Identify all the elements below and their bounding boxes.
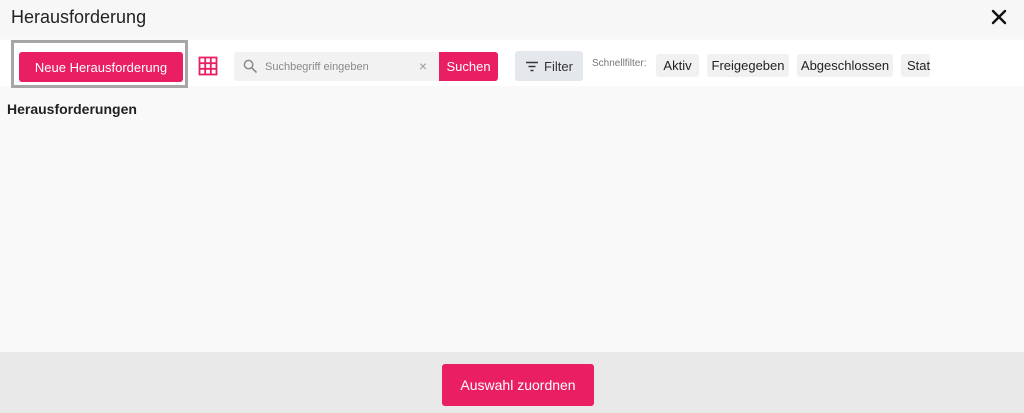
dialog-header <box>0 0 1024 38</box>
quick-filter-completed[interactable]: Abgeschlossen <box>797 54 893 77</box>
dialog-title: Herausforderung <box>11 7 147 27</box>
filter-button[interactable]: Filter <box>515 51 583 81</box>
filter-icon <box>526 61 539 71</box>
quick-filter-active[interactable]: Aktiv <box>656 54 699 77</box>
quick-filter-label: Schnellfilter: <box>592 58 647 69</box>
search-button[interactable]: Suchen <box>439 52 498 81</box>
quick-filter-released[interactable]: Freigegeben <box>707 54 789 77</box>
search-input[interactable] <box>263 56 417 78</box>
close-icon[interactable] <box>988 6 1010 28</box>
search-icon <box>243 59 257 73</box>
assign-selection-button[interactable]: Auswahl zuordnen <box>442 364 594 406</box>
challenge-list-area <box>0 88 1024 352</box>
quick-filter-status[interactable]: Stat <box>901 54 930 77</box>
filter-label: Filter <box>544 58 573 74</box>
clear-icon[interactable]: × <box>419 58 427 74</box>
grid-view-icon[interactable] <box>198 56 218 76</box>
search-box: × <box>234 52 439 81</box>
section-title: Herausforderungen <box>7 101 137 117</box>
new-challenge-button[interactable]: Neue Herausforderung <box>19 52 183 82</box>
